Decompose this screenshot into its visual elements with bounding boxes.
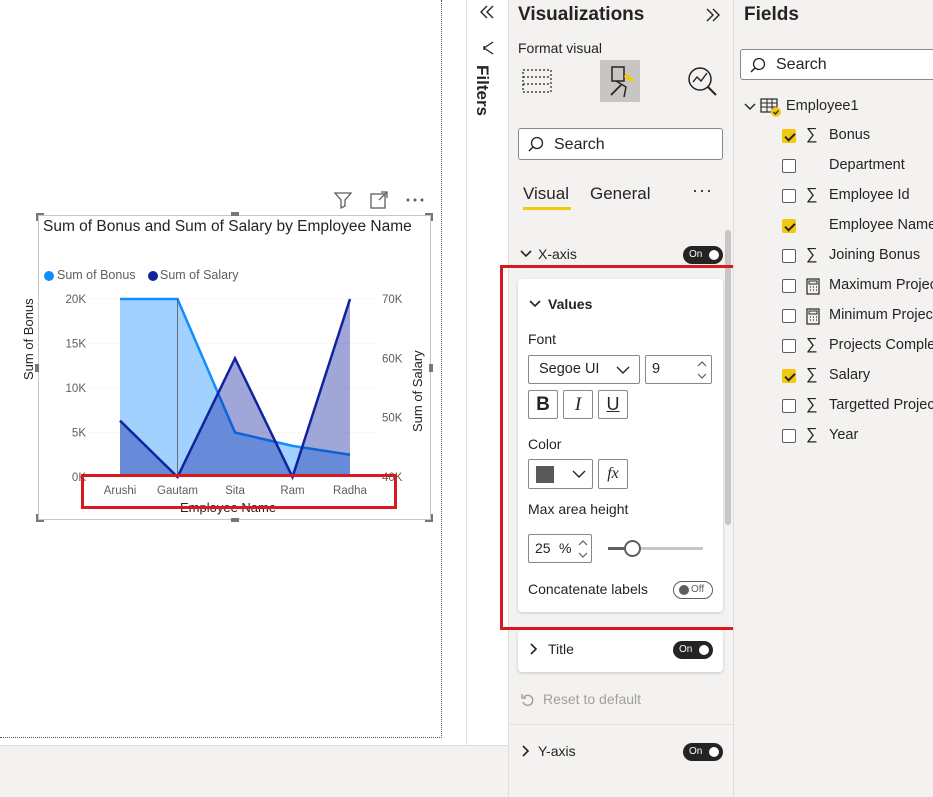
- tab-visual-underline: [523, 207, 571, 210]
- field-checkbox[interactable]: [782, 129, 796, 143]
- reset-icon[interactable]: [520, 692, 536, 713]
- field-name: Minimum Projects: [829, 307, 933, 323]
- x-axis-toggle[interactable]: On: [683, 246, 723, 264]
- chevron-down-icon[interactable]: [519, 247, 533, 266]
- visualizations-search-input[interactable]: Search: [518, 128, 723, 160]
- title-section-label[interactable]: Title: [548, 641, 574, 657]
- field-name: Year: [829, 427, 859, 443]
- field-checkbox[interactable]: [782, 399, 796, 413]
- y-axis-toggle-label: On: [689, 746, 703, 757]
- sigma-icon: ∑: [806, 396, 818, 413]
- field-name: Projects Completed: [829, 337, 933, 353]
- field-checkbox[interactable]: [782, 279, 796, 293]
- x-axis-section-label[interactable]: X-axis: [538, 246, 577, 262]
- y-axis-toggle[interactable]: On: [683, 743, 723, 761]
- reset-to-default-button[interactable]: Reset to default: [543, 691, 641, 707]
- more-options-button[interactable]: ···: [692, 180, 713, 201]
- field-name: Maximum Projects: [829, 277, 933, 293]
- tab-visual[interactable]: Visual: [523, 184, 569, 204]
- collapse-left-icon[interactable]: [478, 3, 496, 26]
- sigma-icon: ∑: [806, 246, 818, 263]
- y-axis-section-label[interactable]: Y-axis: [538, 743, 576, 759]
- filter-funnel-icon: [480, 40, 496, 61]
- fields-title: Fields: [744, 4, 799, 25]
- x-axis-toggle-label: On: [689, 249, 703, 260]
- format-visual-label: Format visual: [518, 40, 603, 56]
- y2-tick-label: 50K: [382, 413, 403, 425]
- visualizations-title: Visualizations: [518, 4, 645, 25]
- search-placeholder: Search: [554, 136, 605, 153]
- divider: [508, 724, 733, 725]
- analytics-icon[interactable]: [685, 64, 719, 103]
- table-icon: [760, 97, 784, 124]
- sigma-icon: ∑: [806, 336, 818, 353]
- highlight-box-x-axis-labels: [81, 474, 397, 509]
- field-name: Employee Id: [829, 187, 910, 203]
- toggle-knob: [709, 747, 719, 757]
- chart-plot: 0K5K10K15K20K40K50K60K70KArushi Gautam Sit…: [66, 294, 403, 497]
- y-tick-label: 10K: [66, 383, 87, 395]
- y-tick-label: 15K: [66, 339, 87, 351]
- y-tick-label: 20K: [66, 294, 87, 306]
- expand-right-icon[interactable]: [704, 6, 722, 29]
- search-icon: [749, 56, 767, 79]
- sigma-icon: ∑: [806, 426, 818, 443]
- y-tick-label: 5K: [72, 428, 86, 440]
- page-boundary-bottom: [0, 737, 442, 738]
- field-name: Employee Name: [829, 217, 933, 233]
- table-name-employee1[interactable]: Employee1: [786, 98, 859, 114]
- field-name: Bonus: [829, 127, 871, 143]
- field-name: Joining Bonus: [829, 247, 921, 263]
- highlight-box-x-axis-section: [500, 265, 742, 630]
- build-visual-icon[interactable]: [520, 64, 554, 103]
- search-placeholder: Search: [776, 56, 827, 73]
- field-name: Targetted Projects: [829, 397, 933, 413]
- field-name: Department: [829, 157, 905, 173]
- field-checkbox[interactable]: [782, 159, 796, 173]
- field-checkbox[interactable]: [782, 219, 796, 233]
- toggle-knob: [699, 645, 709, 655]
- sigma-icon: ∑: [806, 186, 818, 203]
- y2-axis-title: Sum of Salary: [410, 350, 425, 432]
- title-toggle[interactable]: On: [673, 641, 713, 659]
- sigma-icon: ∑: [806, 126, 818, 143]
- field-checkbox[interactable]: [782, 309, 796, 323]
- title-toggle-label: On: [679, 644, 693, 655]
- search-icon: [527, 135, 545, 158]
- y2-tick-label: 70K: [382, 294, 403, 306]
- fields-search-input[interactable]: Search: [740, 49, 933, 80]
- field-name: Salary: [829, 367, 871, 383]
- calculator-icon: [806, 278, 820, 300]
- y-axis-title: Sum of Bonus: [21, 298, 36, 380]
- chevron-right-icon[interactable]: [519, 744, 533, 763]
- filters-pane-label[interactable]: Filters: [472, 65, 492, 116]
- y2-tick-label: 60K: [382, 353, 403, 365]
- field-checkbox[interactable]: [782, 369, 796, 383]
- sigma-icon: ∑: [806, 366, 818, 383]
- field-checkbox[interactable]: [782, 189, 796, 203]
- field-checkbox[interactable]: [782, 339, 796, 353]
- field-checkbox[interactable]: [782, 249, 796, 263]
- format-paintbrush-icon[interactable]: [603, 63, 637, 104]
- tab-general[interactable]: General: [590, 184, 650, 204]
- calculator-icon: [806, 308, 820, 330]
- field-checkbox[interactable]: [782, 429, 796, 443]
- chevron-right-icon[interactable]: [527, 642, 541, 661]
- toggle-knob: [709, 250, 719, 260]
- chevron-down-icon[interactable]: [743, 100, 757, 119]
